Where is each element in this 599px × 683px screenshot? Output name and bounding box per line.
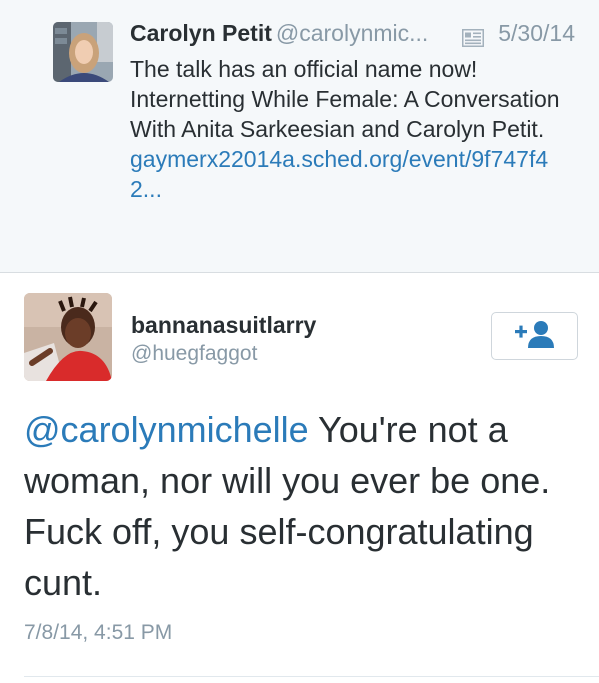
article-preview-icon (462, 24, 485, 47)
parent-tweet-link[interactable]: gaymerx22014a.sched.org/event/9f747f42..… (130, 144, 550, 204)
follow-user-icon (514, 319, 556, 354)
divider (24, 676, 599, 677)
parent-tweet[interactable]: Carolyn Petit @carolynmic... 5/30/14 The … (0, 0, 599, 273)
parent-author-handle[interactable]: @carolynmic... (276, 20, 428, 46)
parent-tweet-date[interactable]: 5/30/14 (498, 18, 575, 48)
follow-button[interactable] (491, 312, 578, 360)
reply-tweet-text: @carolynmichelle You're not a woman, nor… (24, 404, 584, 608)
parent-tweet-meta: 5/30/14 (462, 18, 575, 48)
parent-tweet-text: The talk has an official name now! Inter… (130, 54, 570, 204)
parent-tweet-body: The talk has an official name now! Inter… (130, 56, 560, 142)
reply-author-avatar[interactable] (24, 293, 112, 381)
reply-mention-link[interactable]: @carolynmichelle (24, 409, 309, 450)
reply-author-name[interactable]: bannanasuitlarry (131, 311, 316, 339)
parent-author-name[interactable]: Carolyn Petit (130, 20, 272, 46)
parent-author-avatar[interactable] (53, 22, 113, 82)
reply-timestamp[interactable]: 7/8/14, 4:51 PM (24, 620, 172, 646)
reply-author-handle[interactable]: @huegfaggot (131, 341, 257, 367)
